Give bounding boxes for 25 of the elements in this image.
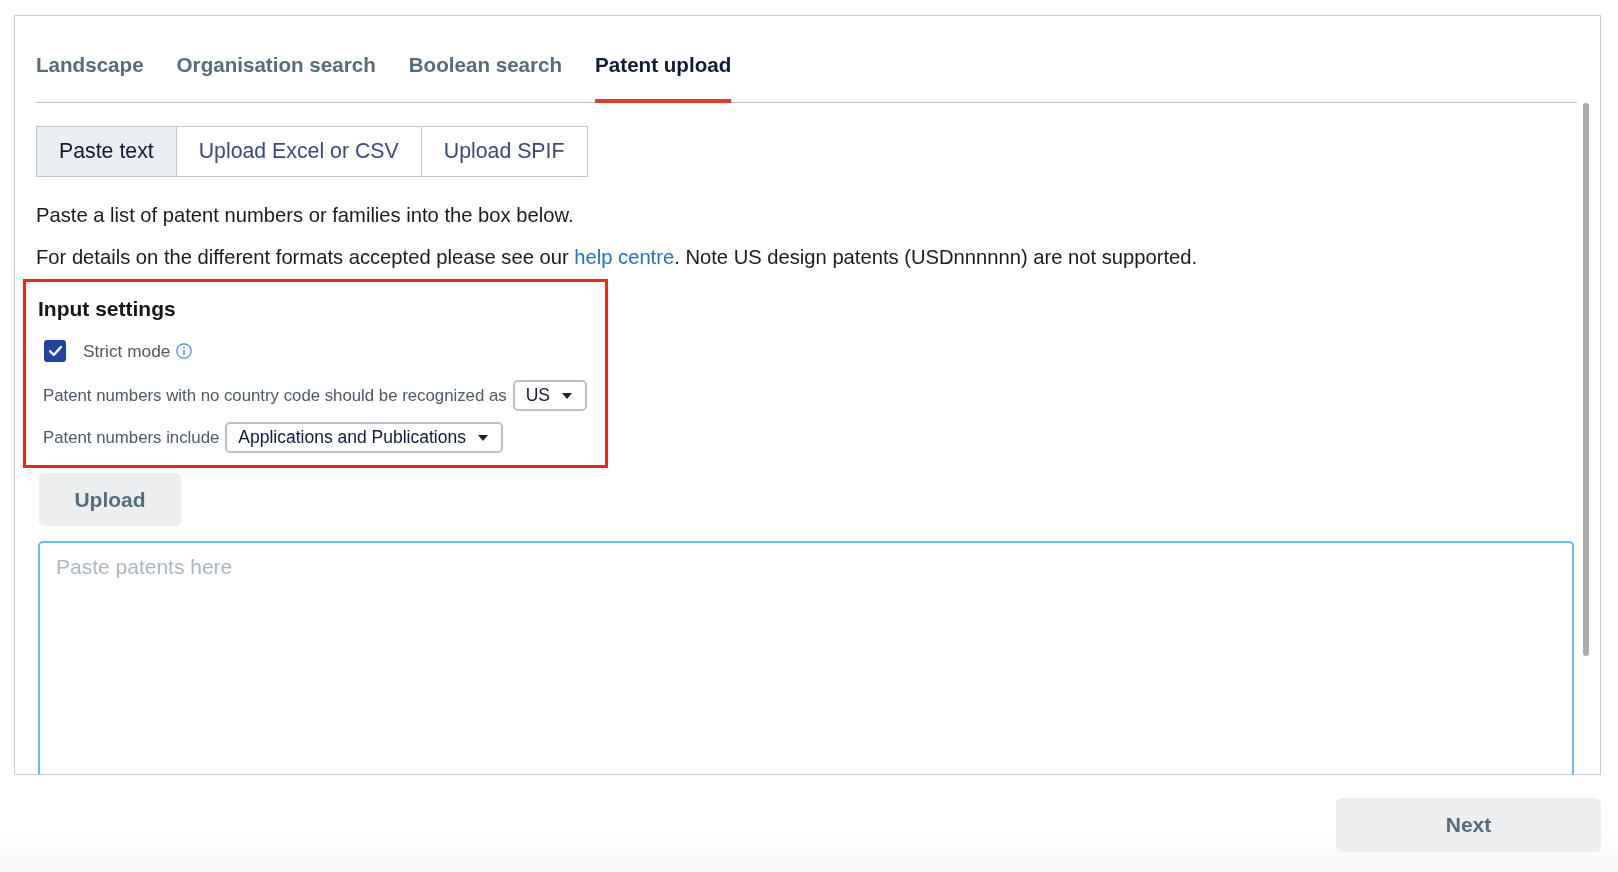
instruction-text: Paste a list of patent numbers or families into the box below. [36,203,575,228]
next-button[interactable]: Next [1336,798,1601,852]
checkmark-icon [48,346,62,356]
segment-tab[interactable]: Paste text [36,126,177,177]
scrollbar[interactable] [1583,103,1589,656]
setting-label: Patent numbers include [43,426,220,449]
tab[interactable]: Boolean search [408,35,563,103]
info-icon[interactable] [176,343,193,359]
patents-text-area[interactable]: Paste patents here [38,541,1574,774]
checkbox-label: Strict mode [83,340,171,362]
tab[interactable]: Landscape [36,35,144,103]
help-link[interactable]: help centre [574,246,675,268]
section-title: Input settings [38,296,177,322]
upload-button[interactable]: Upload [39,473,181,526]
setting-label: Patent numbers with no country code should be recognized as [43,384,507,407]
instruction-text: For details on the different formats accepted please see our help centre. Note US design patents (USDnnnnnn) are not supported. [36,245,1199,270]
country-dropdown[interactable]: US [512,380,587,411]
tab[interactable]: Patent upload [595,35,732,103]
segment-tab[interactable]: Upload SPIF [420,126,588,177]
caret-icon [477,434,488,441]
checkbox[interactable] [44,340,66,362]
tab[interactable]: Organisation search [176,35,376,103]
segment-tab[interactable]: Upload Excel or CSV [175,126,422,177]
include-dropdown[interactable]: Applications and Publications [225,422,503,453]
caret-icon [561,392,572,399]
